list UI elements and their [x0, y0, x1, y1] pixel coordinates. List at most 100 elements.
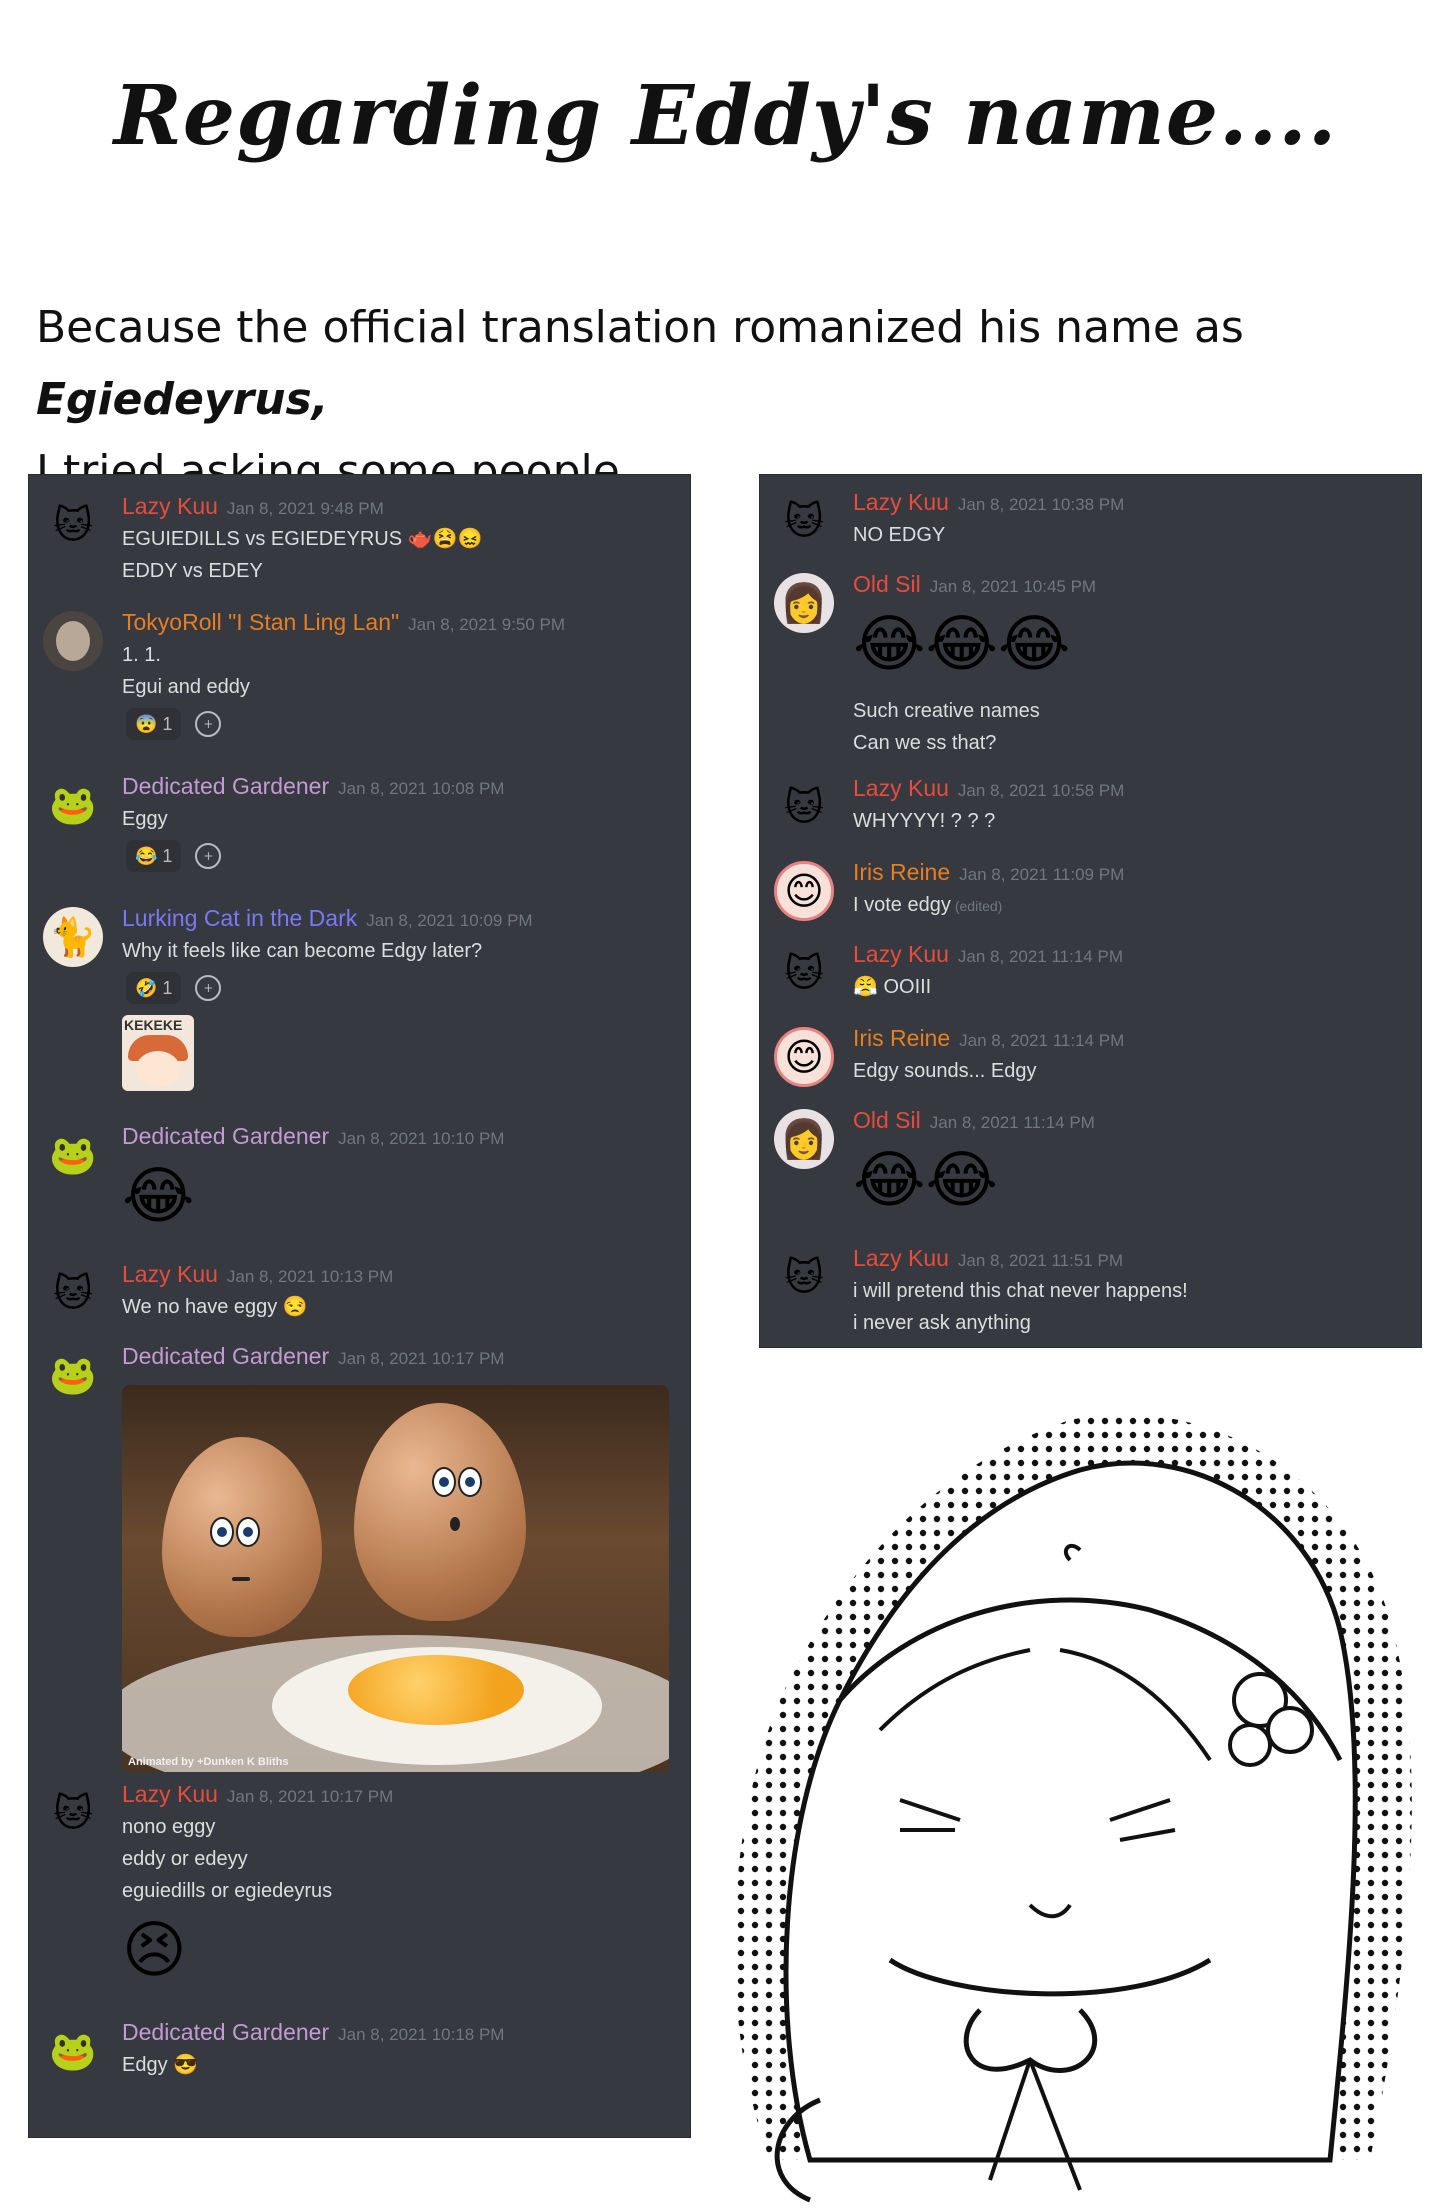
message-text: I vote edgy — [853, 894, 951, 916]
timestamp: Jan 8, 2021 10:18 PM — [338, 2025, 505, 2044]
author-name[interactable]: Lurking Cat in the Dark — [122, 905, 357, 931]
author-name[interactable]: Iris Reine — [853, 859, 950, 885]
reaction-pill[interactable]: 😨 1 — [126, 708, 182, 740]
avatar[interactable]: 🐱 — [43, 1263, 103, 1323]
timestamp: Jan 8, 2021 10:17 PM — [338, 1349, 505, 1368]
timestamp: Jan 8, 2021 11:14 PM — [929, 1113, 1095, 1132]
page-title: Regarding Eddy's name.... — [113, 68, 1338, 164]
author-name[interactable]: Lazy Kuu — [122, 1781, 218, 1807]
timestamp: Jan 8, 2021 9:50 PM — [408, 615, 566, 634]
timestamp: Jan 8, 2021 11:51 PM — [957, 1251, 1123, 1270]
reaction-emoji: 🤣 — [135, 977, 158, 998]
image-watermark: Animated by +Dunken K Bliths — [128, 1756, 289, 1768]
message-text: eguiedills or egiedeyrus — [122, 1880, 333, 1902]
timestamp: Jan 8, 2021 10:58 PM — [957, 781, 1125, 800]
message-text: We no have eggy 😒 — [122, 1296, 308, 1318]
avatar[interactable]: 🐈 — [43, 907, 103, 967]
message-text: 😤 OOIII — [853, 976, 932, 998]
author-name[interactable]: Old Sil — [853, 571, 921, 597]
author-name[interactable]: Lazy Kuu — [853, 489, 949, 515]
avatar[interactable]: 🐱 — [774, 1247, 834, 1307]
avatar[interactable]: 🐱 — [43, 495, 103, 555]
author-name[interactable]: Lazy Kuu — [853, 775, 949, 801]
intro-emphasis: Egiedeyrus, — [36, 374, 329, 425]
reaction-count: 1 — [162, 977, 173, 998]
message-text: Why it feels like can become Edgy later? — [122, 940, 483, 962]
author-name[interactable]: Lazy Kuu — [853, 941, 949, 967]
joy-emoji: 😂😂 — [853, 1143, 998, 1216]
eggs-image[interactable]: Animated by +Dunken K Bliths — [122, 1385, 669, 1772]
intro-line-1: Because the official translation romaniz… — [36, 302, 1244, 353]
chat-screenshot-left: 🐱 Lazy Kuu Jan 8, 2021 9:48 PM EGUIEDILLS… — [28, 474, 691, 2138]
author-name[interactable]: Lazy Kuu — [122, 493, 218, 519]
avatar[interactable]: 😊 — [774, 1027, 834, 1087]
add-reaction-icon[interactable]: + — [195, 843, 222, 869]
message-text: eddy or edeyy — [122, 1848, 248, 1870]
author-name[interactable]: Dedicated Gardener — [122, 773, 329, 799]
timestamp: Jan 8, 2021 10:10 PM — [338, 1129, 505, 1148]
message-text: NO EDGY — [853, 524, 946, 546]
timestamp: Jan 8, 2021 10:09 PM — [366, 911, 533, 930]
avatar[interactable]: 🐸 — [43, 2021, 103, 2081]
add-reaction-icon[interactable]: + — [195, 711, 222, 737]
reaction-pill[interactable]: 😂 1 — [126, 840, 182, 872]
message-text: Can we ss that? — [853, 732, 997, 754]
reaction-count: 1 — [162, 845, 173, 866]
reaction-pill[interactable]: 🤣 1 — [126, 972, 182, 1004]
message-text: Edgy 😎 — [122, 2054, 199, 2076]
author-name[interactable]: TokyoRoll "I Stan Ling Lan" — [122, 609, 399, 635]
reaction-count: 1 — [162, 713, 173, 734]
author-name[interactable]: Lazy Kuu — [122, 1261, 218, 1287]
timestamp: Jan 8, 2021 11:14 PM — [959, 1031, 1125, 1050]
fried-egg-yolk — [348, 1655, 524, 1725]
manga-character-illustration — [734, 1414, 1412, 2203]
kekeke-sticker[interactable]: KEKEKE — [122, 1015, 194, 1091]
chat-screenshot-right: 🐱 Lazy Kuu Jan 8, 2021 10:38 PM NO EDGY 👩… — [759, 474, 1422, 1348]
add-reaction-icon[interactable]: + — [195, 975, 222, 1001]
avatar[interactable]: 👩 — [774, 573, 834, 633]
timestamp: Jan 8, 2021 10:38 PM — [957, 495, 1125, 514]
message-text: EDDY vs EDEY — [122, 560, 263, 582]
avatar[interactable]: 😊 — [774, 861, 834, 921]
avatar[interactable]: 🐸 — [43, 1345, 103, 1405]
timestamp: Jan 8, 2021 11:09 PM — [959, 865, 1125, 884]
joy-emoji: 😂😂😂 — [853, 607, 1071, 680]
message-text: i will pretend this chat never happens! — [853, 1280, 1188, 1302]
message-text: Edgy sounds... Edgy — [853, 1060, 1037, 1082]
author-name[interactable]: Lazy Kuu — [853, 1245, 949, 1271]
timestamp: Jan 8, 2021 11:14 PM — [957, 947, 1123, 966]
sticker-text: KEKEKE — [124, 1017, 183, 1033]
timestamp: Jan 8, 2021 10:45 PM — [929, 577, 1097, 596]
reaction-emoji: 😂 — [135, 845, 158, 866]
persevere-emoji: 😣 — [122, 1913, 187, 1986]
avatar[interactable]: 🐸 — [43, 775, 103, 835]
author-name[interactable]: Dedicated Gardener — [122, 1343, 329, 1369]
avatar[interactable]: 🐱 — [43, 1783, 103, 1843]
author-name[interactable]: Iris Reine — [853, 1025, 950, 1051]
avatar[interactable]: 🐸 — [43, 1125, 103, 1185]
message-text: EGUIEDILLS vs EGIEDEYRUS 🫖😫😖 — [122, 528, 483, 550]
author-name[interactable]: Dedicated Gardener — [122, 2019, 329, 2045]
author-name[interactable]: Dedicated Gardener — [122, 1123, 329, 1149]
egg-right — [354, 1403, 526, 1621]
message-text: Egui and eddy — [122, 676, 250, 698]
author-name[interactable]: Old Sil — [853, 1107, 921, 1133]
avatar[interactable] — [43, 611, 103, 671]
message-text: nono eggy — [122, 1816, 216, 1838]
timestamp: Jan 8, 2021 9:48 PM — [226, 499, 384, 518]
joy-emoji: 😂 — [122, 1159, 195, 1232]
message-text: i never ask anything — [853, 1312, 1031, 1334]
avatar[interactable]: 👩 — [774, 1109, 834, 1169]
timestamp: Jan 8, 2021 10:08 PM — [338, 779, 505, 798]
edited-label: (edited) — [954, 898, 1003, 914]
avatar[interactable]: 🐱 — [774, 777, 834, 837]
message-text: 1. 1. — [122, 644, 161, 666]
egg-left — [162, 1437, 322, 1637]
timestamp: Jan 8, 2021 10:17 PM — [226, 1787, 394, 1806]
message-text: Such creative names — [853, 700, 1040, 722]
avatar[interactable]: 🐱 — [774, 491, 834, 551]
message-text: Eggy — [122, 808, 168, 830]
reaction-emoji: 😨 — [135, 713, 158, 734]
avatar[interactable]: 🐱 — [774, 943, 834, 1003]
message-text: WHYYYY! ? ? ? — [853, 810, 996, 832]
